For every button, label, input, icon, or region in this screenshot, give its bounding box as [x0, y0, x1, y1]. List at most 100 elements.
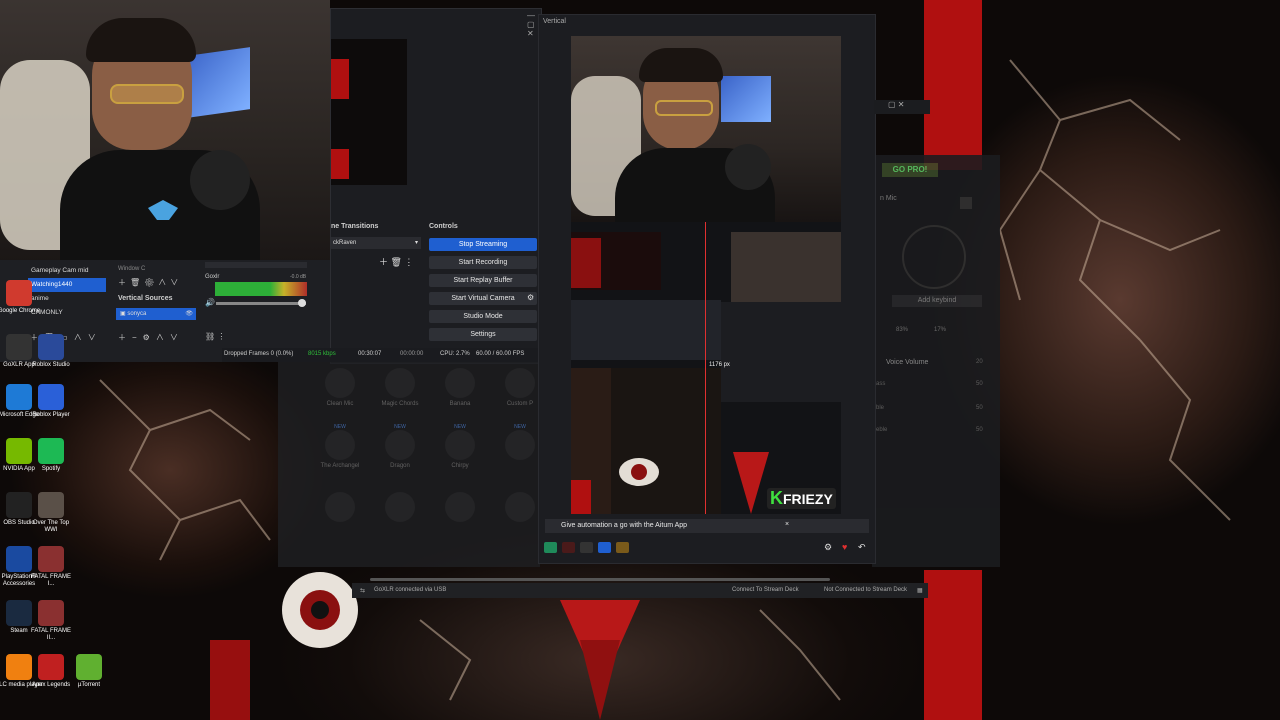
- effect-preset[interactable]: Magic Chords: [378, 368, 422, 407]
- effect-icon: [325, 368, 355, 398]
- effect-preset[interactable]: NEW Dragon: [378, 424, 422, 469]
- folder-icon[interactable]: [616, 542, 629, 553]
- desktop-icon-spotify[interactable]: Spotify: [27, 438, 75, 473]
- glasses: [110, 84, 184, 104]
- effect-icon: [385, 492, 415, 522]
- controls-title: Controls: [429, 223, 458, 230]
- obs-status-bar: Dropped Frames 0 (0.0%) 8015 kbps 00:30:…: [222, 348, 540, 362]
- mixer-toolbar[interactable]: ⛓ ⋮: [205, 332, 225, 341]
- vertical-source-label: sonyca: [127, 311, 147, 317]
- desktop-icon-roblox-studio[interactable]: Roblox Studio: [27, 334, 75, 369]
- audio-meter: [215, 282, 307, 296]
- horizontal-scrollbar[interactable]: [370, 578, 830, 581]
- effect-label: The Archangel: [320, 463, 360, 469]
- new-badge: NEW: [454, 424, 466, 430]
- desktop-icon-utorrent[interactable]: µTorrent: [65, 654, 113, 689]
- vertical-canvas: 1176 px KFRIEZY: [571, 36, 841, 514]
- toast-message: Give automation a go with the Aitum App: [561, 522, 688, 529]
- add-keybind-button[interactable]: Add keybind: [892, 295, 982, 307]
- desktop-icon-over-the-top[interactable]: Over The Top WWI: [27, 492, 75, 534]
- control-button[interactable]: Start Recording: [429, 256, 537, 269]
- mixer-db: -0.0 dB: [290, 274, 307, 280]
- effect-icon: [445, 492, 475, 522]
- selection-box[interactable]: [571, 36, 841, 223]
- heart-icon[interactable]: ♥: [842, 542, 847, 552]
- desktop-icon-fatal-frame-1[interactable]: FATAL FRAME I...: [27, 546, 75, 588]
- fatal-frame-1-icon: [38, 546, 64, 572]
- effect-preset[interactable]: Clean Mic: [318, 368, 362, 407]
- fatal-frame-2-icon: [38, 600, 64, 626]
- brand-logo: KFRIEZY: [767, 488, 836, 509]
- vsources-toolbar[interactable]: ＋−⚙∧∨: [118, 332, 184, 343]
- effect-preset[interactable]: Banana: [438, 368, 482, 407]
- desktop-icon-label: Spotify: [41, 466, 61, 472]
- vol-value: 50: [976, 381, 983, 387]
- effect-label: Clean Mic: [326, 401, 354, 407]
- transition-value: ckRaven: [333, 240, 357, 246]
- pct1: 83%: [896, 327, 909, 333]
- transition-select[interactable]: ckRaven ▾: [331, 237, 421, 249]
- effect-preset[interactable]: NEW The Archangel: [318, 424, 362, 469]
- effect-label: Magic Chords: [381, 401, 419, 407]
- effect-label: Custom P: [506, 401, 534, 407]
- hair: [86, 18, 196, 62]
- volume-slider-handle[interactable]: [298, 299, 306, 307]
- vol-row-label: ble: [876, 405, 885, 411]
- transition-toolbar[interactable]: ＋ 🗑 ⋮: [379, 255, 413, 268]
- brand-text: FRIEZY: [783, 491, 833, 507]
- vol-value: 50: [976, 405, 983, 411]
- effect-preset[interactable]: NEW Chirpy: [438, 424, 482, 469]
- sources-toolbar[interactable]: ＋🗑⚙∧∨: [118, 277, 182, 288]
- aitum-icon[interactable]: [544, 542, 557, 553]
- new-badge: NEW: [394, 424, 406, 430]
- vol-row-label: ass: [876, 381, 886, 387]
- vertical-source-item[interactable]: ▣ sonyca 👁: [116, 308, 196, 320]
- speaker-icon[interactable]: 🔊: [205, 298, 215, 307]
- connect-stream-deck[interactable]: Connect To Stream Deck: [732, 587, 799, 593]
- obs-main-window: — ▢ ✕ ne Transitions ckRaven ▾ ＋ 🗑 ⋮ Con…: [330, 8, 542, 364]
- stream-icon[interactable]: [562, 542, 575, 553]
- effect-icon: [325, 430, 355, 460]
- scene-item[interactable]: Gameplay Cam mid: [28, 264, 106, 278]
- desktop-icon-label: µTorrent: [77, 682, 101, 688]
- desktop-icon-chrome[interactable]: Google Chrome: [0, 280, 43, 315]
- obs-preview: [331, 39, 407, 185]
- control-button[interactable]: Start Virtual Camera: [429, 292, 537, 305]
- pct2: 17%: [934, 327, 947, 333]
- vertical-sources-title: Vertical Sources: [118, 295, 173, 302]
- control-button[interactable]: Stop Streaming: [429, 238, 537, 251]
- control-button[interactable]: Settings: [429, 328, 537, 341]
- goxlr-window-controls[interactable]: ▢ ✕: [874, 100, 930, 114]
- vol-value: 50: [976, 427, 983, 433]
- usb-icon: ⇆: [360, 588, 366, 594]
- controls-panel: Stop Streaming Start Recording Start Repla…: [429, 238, 537, 346]
- settings-icon[interactable]: [960, 197, 972, 209]
- effect-preset[interactable]: NEW: [498, 424, 542, 463]
- mixer-track-name: Goxlr: [205, 274, 220, 280]
- control-button[interactable]: Start Replay Buffer: [429, 274, 537, 287]
- gear-icon[interactable]: ⚙: [527, 293, 534, 302]
- replay-icon[interactable]: [598, 542, 611, 553]
- effect-preset[interactable]: [318, 492, 362, 525]
- eye-icon[interactable]: 👁: [185, 308, 193, 320]
- effect-preset[interactable]: [438, 492, 482, 525]
- effect-preset[interactable]: [378, 492, 422, 525]
- control-button[interactable]: Studio Mode: [429, 310, 537, 323]
- gear-icon[interactable]: ⚙: [824, 542, 832, 553]
- go-pro-button[interactable]: GO PRO!: [882, 163, 938, 177]
- desktop-icon-label: FATAL FRAME II...: [31, 628, 71, 641]
- mic-dial[interactable]: [902, 225, 966, 289]
- toast-close[interactable]: ×: [785, 521, 789, 528]
- back-icon[interactable]: ↶: [858, 542, 866, 553]
- effect-preset[interactable]: [498, 492, 542, 525]
- record-icon[interactable]: [580, 542, 593, 553]
- stream-deck-icon: ▦: [917, 588, 923, 594]
- webcam-overlay: [0, 0, 330, 262]
- desktop-icon-roblox-player[interactable]: Roblox Player: [27, 384, 75, 419]
- effect-preset[interactable]: Custom P: [498, 368, 542, 407]
- desktop-icon-label: Google Chrome: [0, 308, 41, 314]
- roblox-studio-icon: [38, 334, 64, 360]
- desktop-icon-fatal-frame-2[interactable]: FATAL FRAME II...: [27, 600, 75, 642]
- window-capture-fragment: Window C: [118, 266, 146, 272]
- volume-slider[interactable]: [216, 299, 306, 307]
